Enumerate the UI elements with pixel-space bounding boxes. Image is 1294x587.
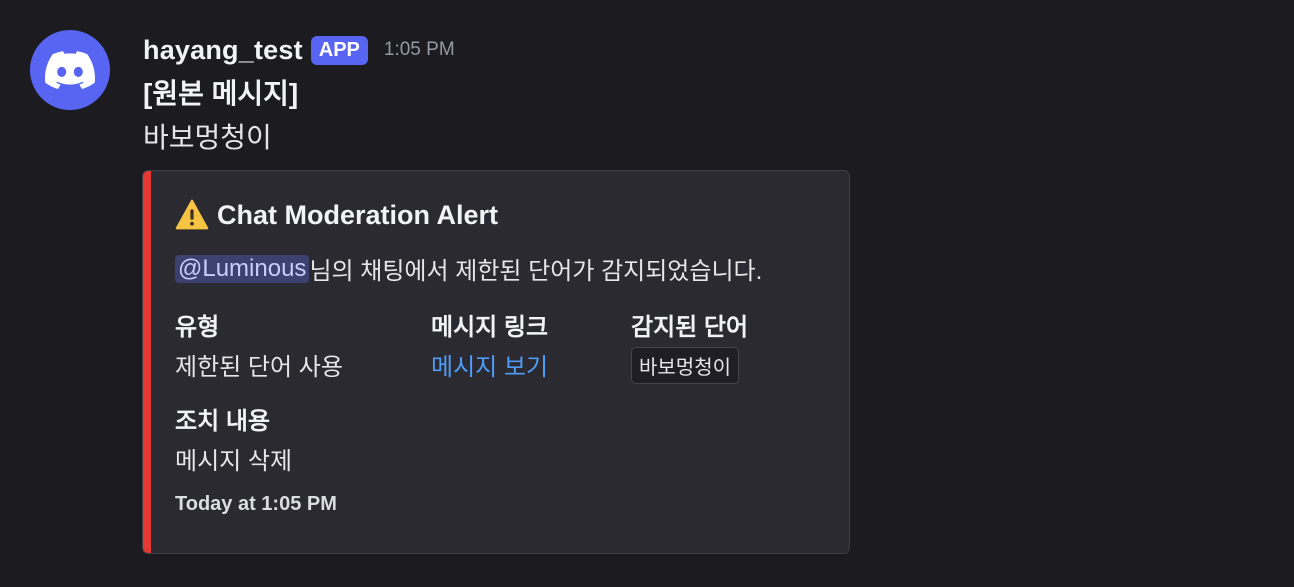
avatar[interactable] [30,30,110,110]
message-header: hayang_test APP 1:05 PM [143,30,455,70]
chat-message: hayang_test APP 1:05 PM [원본 메시지] 바보멍청이 C… [0,0,1294,587]
embed-description: @Luminous 님의 채팅에서 제한된 단어가 감지되었습니다. [175,251,762,286]
field-action-name: 조치 내용 [175,408,270,435]
original-message-title: [원본 메시지] [143,78,299,109]
user-mention[interactable]: @Luminous [175,254,310,283]
field-type-value: 제한된 단어 사용 [175,354,343,381]
username[interactable]: hayang_test [143,35,303,66]
original-message-content: 바보멍청이 [143,122,272,153]
field-detected-word-name: 감지된 단어 [631,314,749,341]
embed-description-text: 님의 채팅에서 제한된 단어가 감지되었습니다. [309,258,763,285]
moderation-embed: Chat Moderation Alert @Luminous 님의 채팅에서 … [142,170,850,554]
app-badge: APP [310,35,368,65]
message-timestamp[interactable]: 1:05 PM [384,39,455,61]
field-link-name: 메시지 링크 [431,314,549,341]
embed-accent-bar [143,171,151,553]
warning-icon [175,199,209,230]
embed-footer-timestamp: Today at 1:05 PM [175,493,337,515]
embed-title-text: Chat Moderation Alert [217,199,499,230]
field-action-value: 메시지 삭제 [175,448,293,475]
detected-word-code: 바보멍청이 [631,347,739,384]
embed-title: Chat Moderation Alert [175,199,498,231]
message-link[interactable]: 메시지 보기 [431,347,548,382]
field-type-name: 유형 [175,314,220,341]
discord-logo-icon [45,51,95,89]
